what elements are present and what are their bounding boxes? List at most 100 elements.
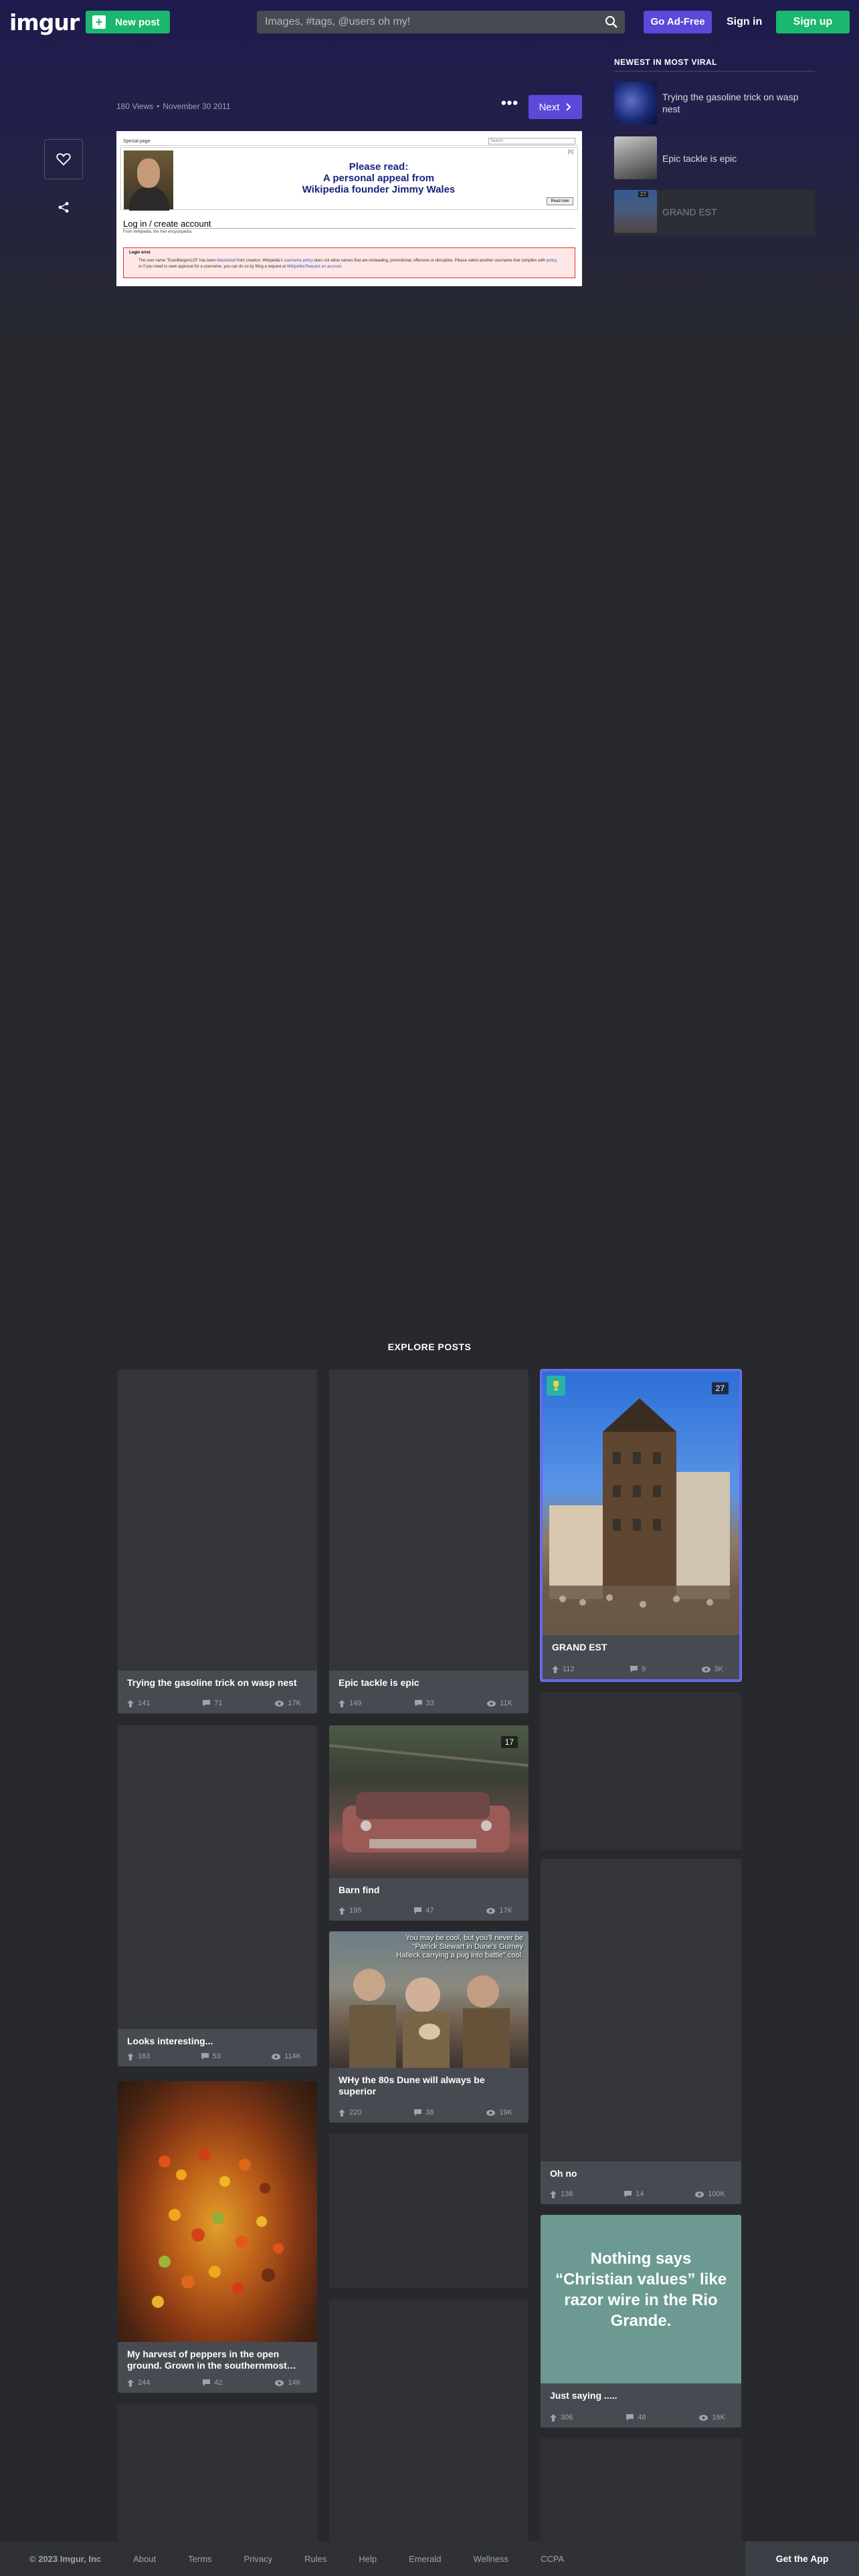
footer-link-rules[interactable]: Rules	[304, 2554, 326, 2564]
upvote-icon	[127, 2379, 134, 2387]
sign-in-link[interactable]: Sign in	[727, 11, 762, 33]
footer-link-emerald[interactable]: Emerald	[409, 2554, 441, 2564]
post-card[interactable]: Nothing says “Christian values” like raz…	[541, 2215, 741, 2428]
image-text: Nothing says “Christian values” like raz…	[555, 2250, 727, 2330]
sidebar-item[interactable]: 27 GRAND EST	[614, 190, 815, 235]
views-stat: 100K	[695, 2189, 725, 2199]
upvote-icon	[127, 2052, 134, 2060]
eye-icon	[701, 1666, 710, 1673]
eye-icon	[275, 2379, 284, 2386]
wp-special-page: Special page	[123, 139, 151, 144]
upvote-stat: 138	[550, 2189, 573, 2199]
sidebar-item[interactable]: Trying the gasoline trick on wasp nest	[614, 82, 815, 127]
upvote-stat: 195	[339, 1906, 361, 1915]
card-title: Oh no	[550, 2168, 577, 2179]
upvote-icon	[552, 1665, 559, 1673]
footer-link-terms[interactable]: Terms	[188, 2554, 211, 2564]
sign-up-button[interactable]: Sign up	[776, 11, 850, 33]
card-image	[118, 2081, 317, 2342]
imgur-logo[interactable]: imgur	[9, 9, 80, 35]
upvote-stat: 306	[550, 2413, 573, 2422]
footer-link-wellness[interactable]: Wellness	[474, 2554, 509, 2564]
post-card[interactable]: My harvest of peppers in the open ground…	[118, 2081, 317, 2393]
meme-caption: You may be cool, but you'll never be "Pa…	[396, 1934, 523, 1959]
search-icon[interactable]	[605, 15, 618, 29]
comment-icon	[624, 2191, 632, 2197]
card-stats: 138 14 100K	[550, 2189, 725, 2199]
loading-card-placeholder	[541, 2438, 741, 2541]
post-card[interactable]: You may be cool, but you'll never be "Pa…	[329, 1931, 529, 2123]
wp-error-text: The user name "EvanBergen123" has been b…	[138, 259, 558, 269]
trophy-icon	[553, 1381, 559, 1390]
card-info: Looks interesting... 163 53 114K	[118, 2029, 317, 2066]
comment-stat: 47	[414, 1906, 434, 1915]
card-title: Looks interesting...	[127, 2036, 213, 2046]
comment-icon	[414, 1907, 422, 1914]
wp-read-now-button: Read now	[547, 197, 573, 205]
sidebar-item[interactable]: Epic tackle is epic	[614, 136, 815, 182]
upvote-icon	[127, 1699, 134, 1707]
get-the-app-button[interactable]: Get the App	[745, 2541, 859, 2576]
footer-link-help[interactable]: Help	[359, 2554, 377, 2564]
upvote-icon	[550, 2413, 557, 2422]
card-stats: 141 71 17K	[127, 1699, 301, 1708]
wp-close-link: [X]	[567, 150, 573, 154]
favorite-button[interactable]	[44, 139, 83, 179]
footer-link-ccpa[interactable]: CCPA	[541, 2554, 564, 2564]
new-post-button[interactable]: + New post	[86, 11, 170, 33]
post-card-featured[interactable]: 27 GRAND EST 112 9 3K	[541, 1370, 741, 1681]
loading-card-placeholder	[329, 2300, 529, 2541]
wp-appeal-text: Please read: A personal appeal from Wiki…	[302, 161, 456, 195]
comment-stat: 33	[414, 1699, 434, 1708]
upvote-stat: 220	[339, 2108, 361, 2117]
eye-icon	[272, 2053, 281, 2060]
post-meta: 180 Views • November 30 2011	[116, 102, 231, 111]
eye-icon	[695, 2191, 704, 2197]
new-post-label: New post	[115, 16, 160, 28]
comment-icon	[203, 1700, 211, 1707]
footer-link-about[interactable]: About	[133, 2554, 156, 2564]
heart-icon	[56, 153, 71, 166]
sidebar-item-label: Epic tackle is epic	[662, 153, 737, 164]
comment-stat: 48	[626, 2413, 646, 2422]
plus-icon: +	[92, 15, 106, 29]
wp-divider	[123, 228, 575, 229]
post-card[interactable]: Trying the gasoline trick on wasp nest 1…	[118, 1370, 317, 1713]
sidebar-count-badge: 27	[638, 191, 648, 197]
search-input[interactable]	[257, 11, 625, 33]
sidebar-thumbnail	[614, 82, 657, 124]
next-post-button[interactable]: Next	[529, 95, 582, 119]
post-card[interactable]: Looks interesting... 163 53 114K	[118, 1725, 317, 2066]
sidebar-thumbnail	[614, 190, 657, 233]
go-ad-free-button[interactable]: Go Ad-Free	[644, 11, 712, 33]
wp-error-box: Login error The user name "EvanBergen123…	[123, 247, 575, 278]
share-button[interactable]	[44, 191, 83, 224]
comment-stat: 42	[203, 2378, 223, 2387]
views-stat: 14K	[275, 2378, 301, 2387]
footer-link-privacy[interactable]: Privacy	[244, 2554, 273, 2564]
upvote-stat: 141	[127, 1699, 150, 1708]
comment-icon	[201, 2053, 209, 2060]
card-info: GRAND EST 112 9 3K	[543, 1635, 739, 1679]
card-info: My harvest of peppers in the open ground…	[118, 2342, 317, 2393]
card-title: GRAND EST	[552, 1642, 607, 1652]
more-options-button[interactable]: •••	[499, 94, 520, 118]
next-label: Next	[539, 101, 560, 113]
card-image	[543, 1372, 739, 1635]
upvote-stat: 149	[339, 1699, 361, 1708]
sidebar-title: NEWEST IN MOST VIRAL	[614, 58, 717, 67]
post-card[interactable]: Epic tackle is epic 149 33 11K	[329, 1370, 529, 1713]
view-count: 180 Views	[116, 102, 154, 111]
comment-stat: 71	[203, 1699, 223, 1708]
post-card[interactable]: Oh no 138 14 100K	[541, 1859, 741, 2204]
eye-icon	[275, 1700, 284, 1707]
comment-icon	[203, 2379, 211, 2386]
upvote-icon	[339, 1907, 345, 1915]
post-card[interactable]: 17 Barn find 195 47 17K	[329, 1725, 529, 1921]
image-count-badge: 17	[500, 1736, 518, 1748]
wp-login-heading: Log in / create account	[123, 219, 211, 229]
post-image[interactable]: Special page Search Please read: A perso…	[116, 131, 582, 286]
eye-icon	[486, 1907, 496, 1914]
card-stats: 195 47 17K	[339, 1906, 512, 1915]
upvote-icon	[339, 2109, 345, 2117]
